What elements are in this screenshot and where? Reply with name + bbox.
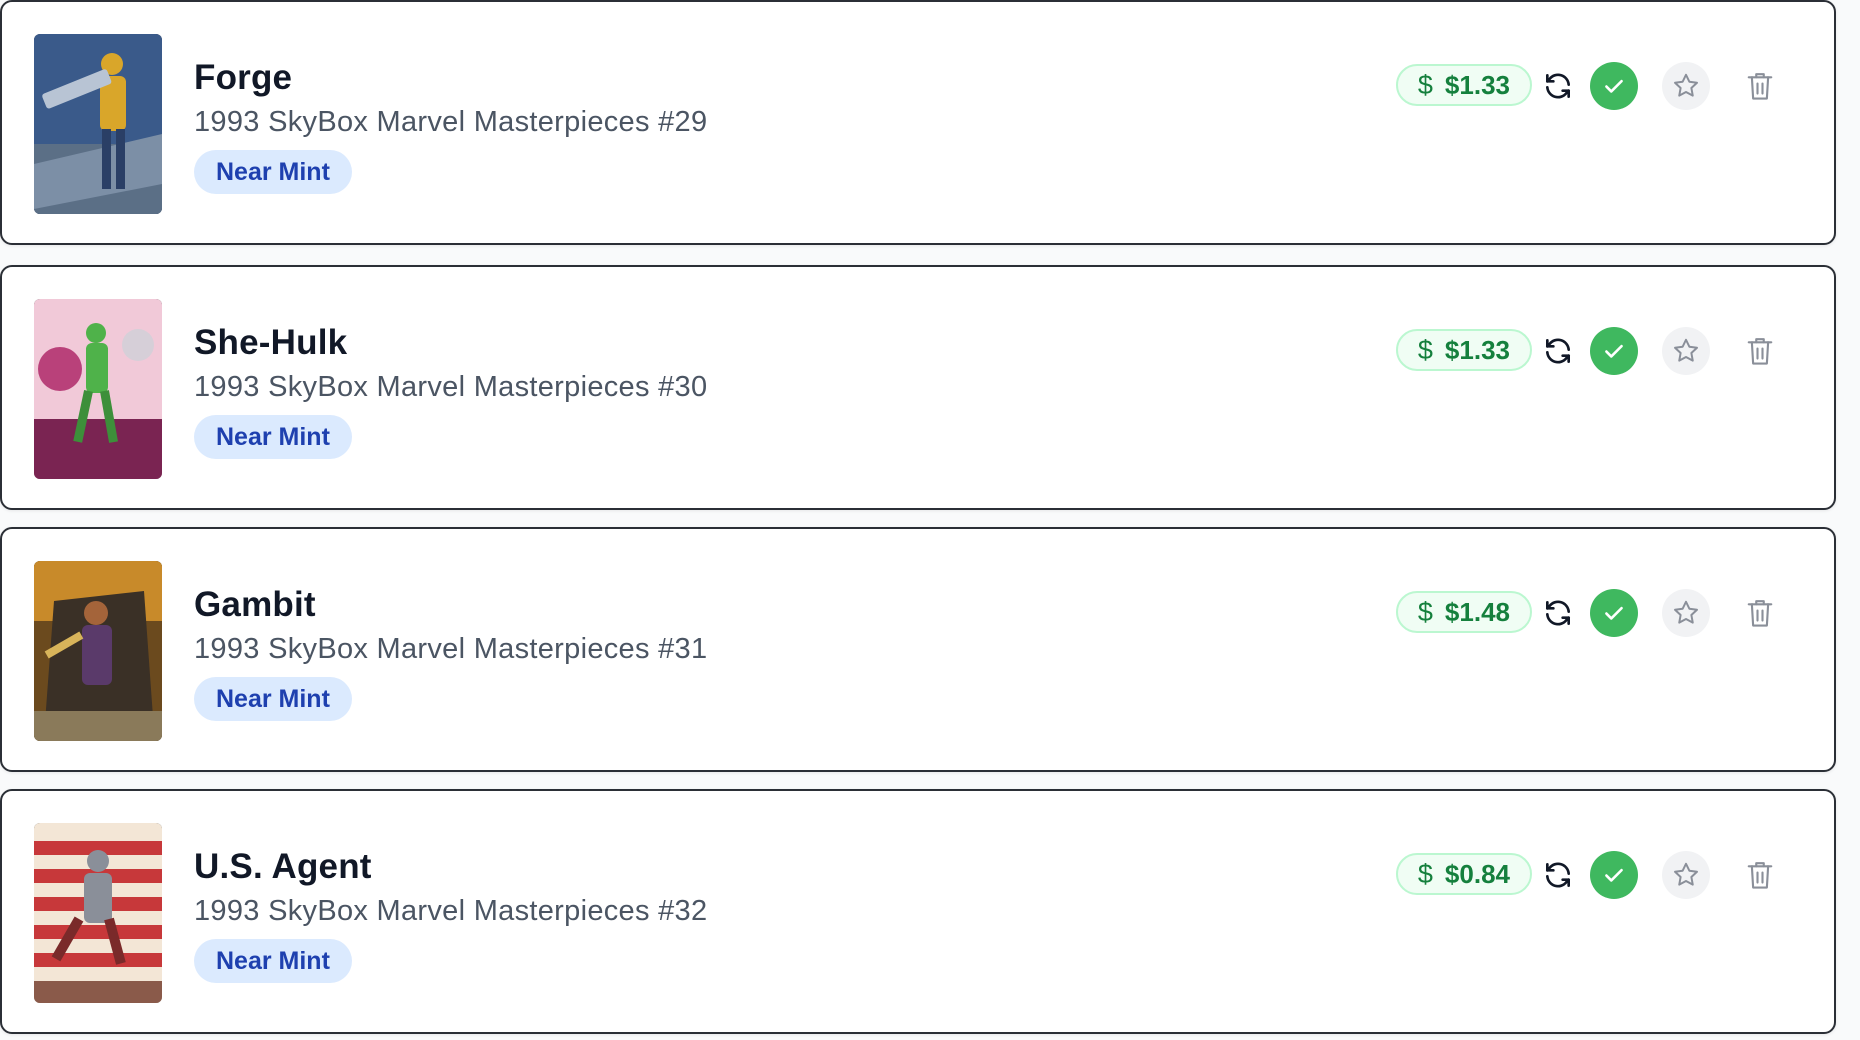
star-icon xyxy=(1674,600,1698,624)
condition-badge: Near Mint xyxy=(194,150,352,194)
favorite-button[interactable] xyxy=(1662,62,1710,110)
card-item[interactable]: U.S. Agent 1993 SkyBox Marvel Masterpiec… xyxy=(0,789,1836,1034)
dollar-icon: $ xyxy=(1417,69,1433,100)
condition-badge: Near Mint xyxy=(194,677,352,721)
refresh-icon xyxy=(1546,338,1570,364)
owned-toggle-button[interactable] xyxy=(1590,851,1638,899)
owned-toggle-button[interactable] xyxy=(1590,62,1638,110)
card-set-number: 1993 SkyBox Marvel Masterpieces #32 xyxy=(194,895,708,927)
condition-badge: Near Mint xyxy=(194,939,352,983)
card-thumbnail[interactable] xyxy=(34,561,162,741)
check-icon xyxy=(1605,79,1623,93)
price-value: $0.84 xyxy=(1444,858,1510,889)
card-set-number: 1993 SkyBox Marvel Masterpieces #29 xyxy=(194,106,708,138)
card-thumbnail[interactable] xyxy=(34,34,162,214)
favorite-button[interactable] xyxy=(1662,327,1710,375)
check-icon xyxy=(1605,344,1623,358)
price-tag[interactable]: $ $1.33 xyxy=(1395,64,1532,106)
delete-button[interactable] xyxy=(1742,853,1778,897)
card-thumbnail[interactable] xyxy=(34,299,162,479)
card-set-number: 1993 SkyBox Marvel Masterpieces #31 xyxy=(194,633,708,665)
card-item[interactable]: Forge 1993 SkyBox Marvel Masterpieces #2… xyxy=(0,0,1836,245)
refresh-icon xyxy=(1546,862,1570,888)
price-value: $1.33 xyxy=(1444,69,1510,100)
card-title: She-Hulk xyxy=(194,323,348,362)
refresh-price-button[interactable] xyxy=(1540,66,1576,106)
check-icon xyxy=(1605,606,1623,620)
delete-button[interactable] xyxy=(1742,64,1778,108)
owned-toggle-button[interactable] xyxy=(1590,327,1638,375)
card-image xyxy=(34,299,162,479)
card-title: Gambit xyxy=(194,585,316,624)
card-image xyxy=(34,561,162,741)
star-icon xyxy=(1674,338,1698,362)
favorite-button[interactable] xyxy=(1662,851,1710,899)
delete-button[interactable] xyxy=(1742,591,1778,635)
delete-button[interactable] xyxy=(1742,329,1778,373)
price-value: $1.33 xyxy=(1444,334,1510,365)
price-tag[interactable]: $ $1.48 xyxy=(1395,591,1532,633)
card-title: Forge xyxy=(194,58,293,97)
dollar-icon: $ xyxy=(1417,858,1433,889)
card-thumbnail[interactable] xyxy=(34,823,162,1003)
refresh-icon xyxy=(1546,600,1570,626)
trash-icon xyxy=(1747,73,1773,100)
trash-icon xyxy=(1747,600,1773,627)
trash-icon xyxy=(1747,338,1773,365)
refresh-icon xyxy=(1546,73,1570,99)
card-title: U.S. Agent xyxy=(194,847,372,886)
refresh-price-button[interactable] xyxy=(1540,593,1576,633)
owned-toggle-button[interactable] xyxy=(1590,589,1638,637)
price-value: $1.48 xyxy=(1444,596,1510,627)
price-tag[interactable]: $ $0.84 xyxy=(1395,853,1532,895)
dollar-icon: $ xyxy=(1417,334,1433,365)
star-icon xyxy=(1674,862,1698,886)
check-icon xyxy=(1605,868,1623,882)
trash-icon xyxy=(1747,862,1773,889)
card-image xyxy=(34,34,162,214)
favorite-button[interactable] xyxy=(1662,589,1710,637)
refresh-price-button[interactable] xyxy=(1540,331,1576,371)
refresh-price-button[interactable] xyxy=(1540,855,1576,895)
dollar-icon: $ xyxy=(1417,596,1433,627)
card-image xyxy=(34,823,162,1003)
condition-badge: Near Mint xyxy=(194,415,352,459)
card-item[interactable]: She-Hulk 1993 SkyBox Marvel Masterpieces… xyxy=(0,265,1836,510)
price-tag[interactable]: $ $1.33 xyxy=(1395,329,1532,371)
card-set-number: 1993 SkyBox Marvel Masterpieces #30 xyxy=(194,371,708,403)
star-icon xyxy=(1674,73,1698,97)
card-item[interactable]: Gambit 1993 SkyBox Marvel Masterpieces #… xyxy=(0,527,1836,772)
